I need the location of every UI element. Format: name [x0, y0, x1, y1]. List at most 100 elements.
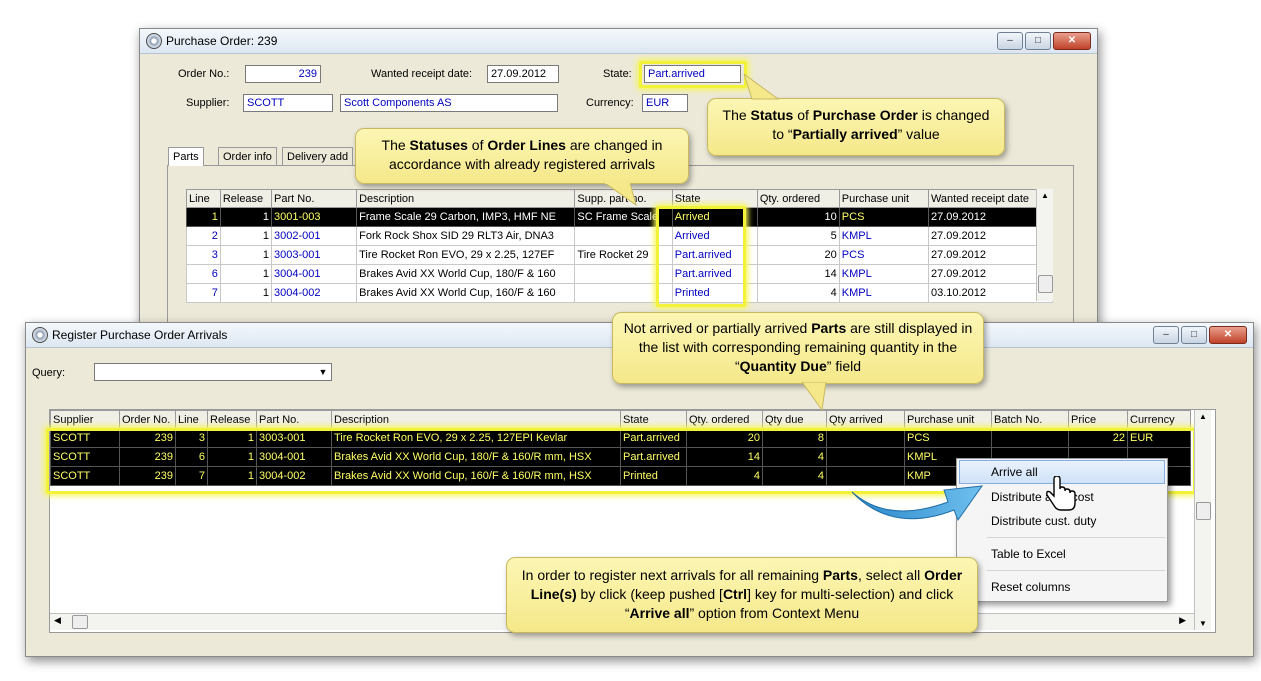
cell-release: 1	[219, 245, 273, 265]
callout-statuses-order-lines: The Statuses of Order Lines are changed …	[355, 128, 689, 184]
cell-qty: 4	[686, 466, 763, 486]
tab-delivery-address[interactable]: Delivery add	[282, 147, 354, 166]
cell-due: 4	[762, 466, 827, 486]
cell-unit: PCS	[838, 245, 929, 265]
cell-order: 239	[119, 428, 176, 448]
tab-order-info[interactable]: Order info	[218, 147, 277, 166]
cell-due: 8	[762, 428, 827, 448]
state-label: State:	[603, 68, 632, 80]
column-header[interactable]: Qty. ordered	[686, 410, 763, 429]
blue-arrow-icon	[851, 485, 984, 522]
supplier-name-field[interactable]: Scott Components AS	[340, 94, 558, 112]
column-header[interactable]: State	[620, 410, 687, 429]
cell-qty: 5	[756, 226, 840, 246]
table-row[interactable]: 6 1 3004-001 Brakes Avid XX World Cup, 1…	[186, 264, 1054, 284]
column-header[interactable]: Line	[186, 189, 221, 208]
column-header[interactable]: Description	[356, 189, 576, 208]
cell-state: Printed	[620, 466, 687, 486]
supplier-code-field[interactable]: SCOTT	[243, 94, 333, 112]
minimize-button[interactable]: –	[997, 32, 1023, 50]
cell-desc: Brakes Avid XX World Cup, 180/F & 160	[356, 264, 576, 284]
chevron-down-icon[interactable]: ▼	[316, 365, 330, 379]
currency-field[interactable]: EUR	[642, 94, 688, 112]
arrivals-vertical-scrollbar[interactable]: ▲ ▼	[1194, 410, 1211, 630]
table-row[interactable]: 2 1 3002-001 Fork Rock Shox SID 29 RLT3 …	[186, 226, 1054, 246]
column-header[interactable]: Line	[175, 410, 208, 429]
cell-date: 03.10.2012	[927, 283, 1054, 303]
column-header[interactable]: Release	[219, 189, 273, 208]
cell-desc: Fork Rock Shox SID 29 RLT3 Air, DNA3	[356, 226, 576, 246]
cell-release: 1	[219, 264, 273, 284]
cell-supp	[574, 264, 673, 284]
cell-state: Arrived	[671, 226, 758, 246]
query-select[interactable]: ▼	[94, 363, 332, 381]
column-header[interactable]: Qty due	[762, 410, 827, 429]
cell-line: 6	[175, 447, 208, 467]
cell-unit: PCS	[904, 428, 992, 448]
column-header[interactable]: Currency	[1127, 410, 1191, 429]
cell-date: 27.09.2012	[927, 226, 1054, 246]
minimize-button[interactable]: –	[1153, 326, 1179, 344]
column-header[interactable]: Purchase unit	[838, 189, 929, 208]
column-header[interactable]: Qty. ordered	[756, 189, 840, 208]
column-header[interactable]: Release	[207, 410, 257, 429]
cell-desc: Tire Rocket Ron EVO, 29 x 2.25, 127EF	[356, 245, 576, 265]
column-header[interactable]: Part No.	[271, 189, 358, 208]
cell-state: Part.arrived	[620, 428, 687, 448]
cell-state: Arrived	[671, 207, 758, 227]
cell-release: 1	[219, 226, 273, 246]
table-row[interactable]: 3 1 3003-001 Tire Rocket Ron EVO, 29 x 2…	[186, 245, 1054, 265]
cell-line: 2	[186, 226, 221, 246]
cell-qty: 14	[686, 447, 763, 467]
cell-batch[interactable]	[991, 428, 1069, 448]
cell-part: 3001-003	[271, 207, 358, 227]
callout-how-to-arrive-all: In order to register next arrivals for a…	[506, 557, 978, 633]
column-header[interactable]: Wanted receipt date	[927, 189, 1054, 208]
scroll-left-icon[interactable]: ◀	[54, 615, 61, 626]
wanted-date-field[interactable]: 27.09.2012	[487, 65, 559, 83]
cell-supp	[574, 226, 673, 246]
cell-state: Part.arrived	[671, 264, 758, 284]
table-row[interactable]: SCOTT 239 3 1 3003-001 Tire Rocket Ron E…	[50, 428, 1191, 448]
cell-arrived[interactable]	[826, 428, 905, 448]
cell-release: 1	[207, 428, 257, 448]
column-header[interactable]: State	[671, 189, 758, 208]
order-no-field[interactable]: 239	[245, 65, 321, 83]
column-header[interactable]: Batch No.	[991, 410, 1069, 429]
close-button[interactable]: ✕	[1053, 32, 1091, 50]
maximize-button[interactable]: □	[1025, 32, 1051, 50]
cell-order: 239	[119, 466, 176, 486]
app-icon	[32, 327, 48, 343]
cell-line: 7	[175, 466, 208, 486]
column-header[interactable]: Qty arrived	[826, 410, 905, 429]
po-titlebar[interactable]: Purchase Order: 239 – □ ✕	[140, 29, 1097, 54]
menu-item-table-to-excel[interactable]: Table to Excel	[957, 542, 1167, 566]
column-header[interactable]: Part No.	[256, 410, 332, 429]
column-header[interactable]: Price	[1068, 410, 1128, 429]
column-header[interactable]: Order No.	[119, 410, 176, 429]
tab-parts[interactable]: Parts	[168, 147, 204, 166]
scroll-right-icon[interactable]: ▶	[1179, 615, 1186, 626]
hand-cursor-icon	[1046, 476, 1076, 511]
menu-item-reset-columns[interactable]: Reset columns	[957, 575, 1167, 599]
supplier-label: Supplier:	[186, 97, 230, 109]
cell-line: 1	[186, 207, 221, 227]
cell-desc: Tire Rocket Ron EVO, 29 x 2.25, 127EPI K…	[331, 428, 621, 448]
callout-not-arrived-parts: Not arrived or partially arrived Parts a…	[612, 312, 984, 384]
state-field[interactable]: Part.arrived	[644, 65, 741, 83]
table-row[interactable]: 1 1 3001-003 Frame Scale 29 Carbon, IMP3…	[186, 207, 1054, 227]
cell-line: 7	[186, 283, 221, 303]
column-header[interactable]: Supplier	[50, 410, 120, 429]
po-table-scrollbar[interactable]: ▲	[1036, 189, 1053, 301]
cell-order: 239	[119, 447, 176, 467]
callout-pointer	[743, 74, 780, 100]
cell-line: 3	[175, 428, 208, 448]
close-button[interactable]: ✕	[1209, 326, 1247, 344]
cell-part: 3002-001	[271, 226, 358, 246]
column-header[interactable]: Description	[331, 410, 621, 429]
column-header[interactable]: Purchase unit	[904, 410, 992, 429]
table-row[interactable]: 7 1 3004-002 Brakes Avid XX World Cup, 1…	[186, 283, 1054, 303]
cell-line: 3	[186, 245, 221, 265]
maximize-button[interactable]: □	[1181, 326, 1207, 344]
cell-unit: KMPL	[838, 264, 929, 284]
